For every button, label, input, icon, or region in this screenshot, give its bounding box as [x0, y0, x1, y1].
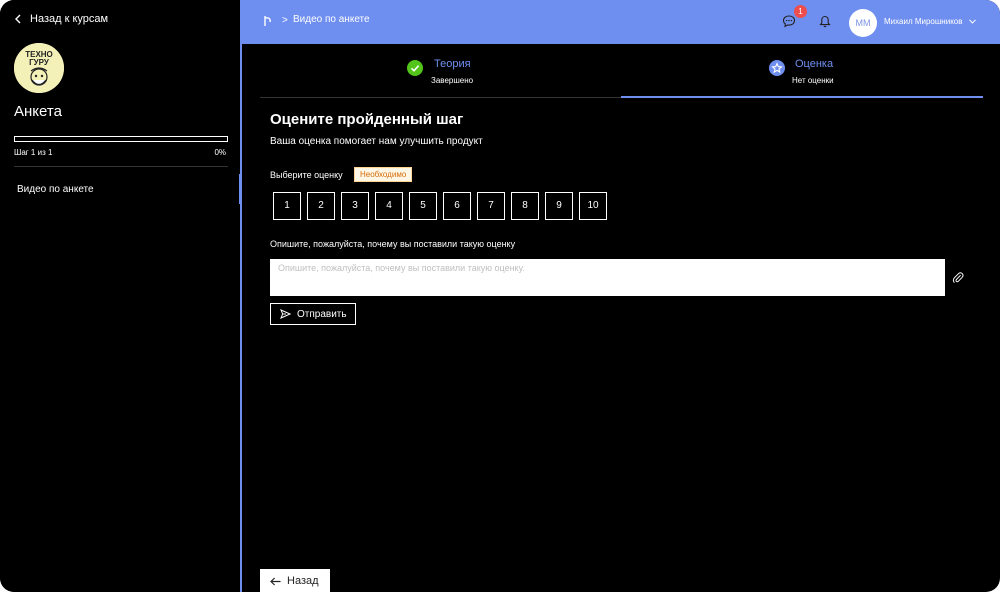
- app-frame: Назад к курсам ТЕХНО ГУРУ Анкета Шаг 1 и…: [0, 0, 1000, 592]
- send-button[interactable]: Отправить: [270, 303, 356, 325]
- bell-icon[interactable]: [819, 15, 831, 28]
- sidebar-item-video[interactable]: Видео по анкете: [0, 174, 242, 204]
- rating-option-7[interactable]: 7: [477, 192, 505, 220]
- back-button[interactable]: Назад: [260, 569, 330, 592]
- course-progress-bar: [14, 136, 228, 142]
- rating-option-3[interactable]: 3: [341, 192, 369, 220]
- page-title: Оцените пройденный шаг: [270, 111, 464, 128]
- back-to-courses-link[interactable]: Назад к курсам: [14, 11, 108, 27]
- chevron-left-icon: [15, 14, 21, 24]
- tab-theory-title: Теория: [434, 58, 471, 70]
- user-avatar[interactable]: ММ: [849, 9, 877, 37]
- top-header: > Видео по анкете 1 ММ Михаил Мирошников: [242, 0, 1000, 44]
- rating-option-8[interactable]: 8: [511, 192, 539, 220]
- arrow-left-icon: [270, 577, 281, 585]
- rating-options: 1 2 3 4 5 6 7 8 9 10: [273, 192, 607, 220]
- star-icon: [769, 60, 785, 76]
- required-badge: Необходимо: [354, 167, 413, 182]
- breadcrumb[interactable]: Видео по анкете: [293, 14, 370, 25]
- sidebar-item-label: Видео по анкете: [17, 183, 94, 195]
- rating-option-4[interactable]: 4: [375, 192, 403, 220]
- tab-theory[interactable]: Теория Завершено: [260, 52, 622, 98]
- sidebar: Назад к курсам ТЕХНО ГУРУ Анкета Шаг 1 и…: [0, 0, 242, 592]
- rating-option-9[interactable]: 9: [545, 192, 573, 220]
- comment-label: Опишите, пожалуйста, почему вы поставили…: [270, 239, 516, 249]
- rating-option-2[interactable]: 2: [307, 192, 335, 220]
- home-logo-icon[interactable]: [262, 14, 274, 28]
- chat-notification-badge: 1: [794, 5, 807, 18]
- page-subtitle: Ваша оценка помогает нам улучшить продук…: [270, 136, 483, 147]
- rating-label: Выберите оценку: [270, 170, 343, 180]
- rating-option-5[interactable]: 5: [409, 192, 437, 220]
- chat-icon[interactable]: [782, 14, 796, 28]
- tab-rating[interactable]: Оценка Нет оценки: [621, 52, 983, 98]
- tab-divider: [260, 97, 622, 98]
- logo-text-line-2: ГУРУ: [29, 58, 50, 67]
- course-logo: ТЕХНО ГУРУ: [14, 43, 64, 93]
- active-tab-indicator: [621, 96, 983, 98]
- back-to-courses-label: Назад к курсам: [30, 13, 109, 25]
- back-button-label: Назад: [287, 575, 319, 587]
- tab-rating-status: Нет оценки: [792, 76, 834, 85]
- course-title: Анкета: [14, 103, 62, 120]
- rating-option-6[interactable]: 6: [443, 192, 471, 220]
- step-counter: Шаг 1 из 1: [14, 148, 53, 157]
- send-button-label: Отправить: [297, 308, 347, 320]
- rating-option-10[interactable]: 10: [579, 192, 607, 220]
- paperclip-icon[interactable]: [952, 271, 964, 284]
- rating-option-1[interactable]: 1: [273, 192, 301, 220]
- user-name-menu[interactable]: Михаил Мирошников: [884, 17, 962, 26]
- tab-rating-title: Оценка: [795, 58, 834, 70]
- breadcrumb-separator: >: [282, 15, 288, 26]
- send-icon: [280, 309, 291, 319]
- sidebar-divider: [14, 166, 228, 167]
- chevron-down-icon[interactable]: [969, 19, 976, 24]
- progress-percent: 0%: [214, 148, 226, 157]
- tab-theory-status: Завершено: [431, 76, 474, 85]
- comment-textarea[interactable]: [270, 259, 945, 296]
- sidebar-active-indicator: [239, 174, 242, 204]
- check-circle-icon: [407, 60, 423, 76]
